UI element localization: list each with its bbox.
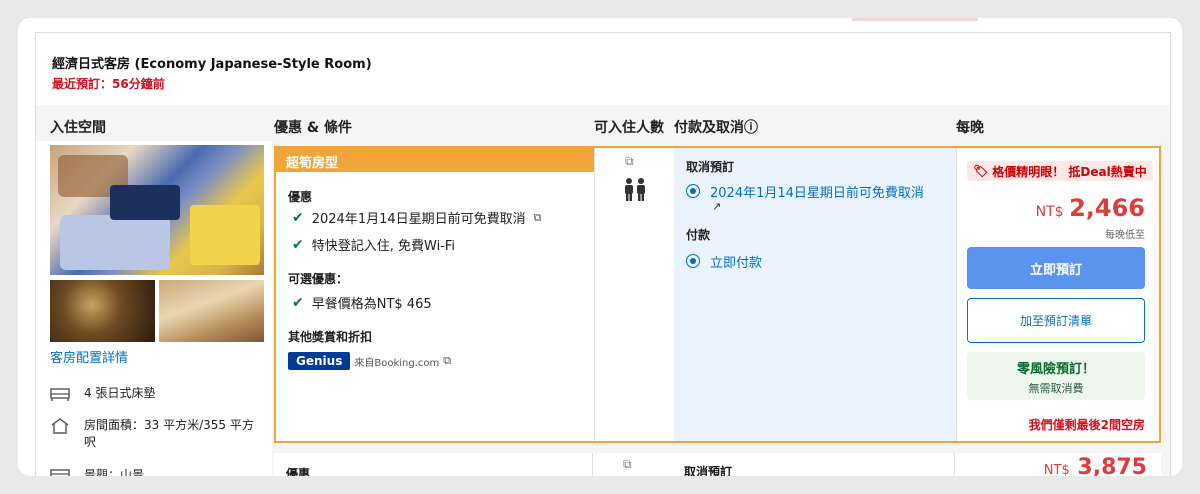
room-card: 經濟日式客房 (Economy Japanese-Style Room) 最近預… <box>18 18 1182 476</box>
radio-selected-icon <box>686 184 700 198</box>
no-risk-box: 零風險預訂！ 無需取消費 <box>967 352 1145 400</box>
occupancy-info-icon[interactable]: ⧉ <box>625 154 634 169</box>
benefits-heading: 優惠 <box>288 190 313 204</box>
optional-text: 早餐價格為NT$ 465 <box>311 297 432 312</box>
column-divider <box>956 148 957 441</box>
radio-selected-icon <box>686 254 700 268</box>
no-risk-subtitle: 無需取消費 <box>1028 382 1084 395</box>
pay-option-text: 立即付款 <box>710 256 763 271</box>
deal-tag: 🏷 格價精明眼！ 抵Deal熱賣中 <box>967 161 1153 181</box>
feature-text: 4 張日式床墊 <box>84 386 156 400</box>
column-header-payment[interactable]: 付款及取消ⓘ <box>674 117 758 137</box>
price-amount: 3,875 <box>1077 455 1147 476</box>
optional-item: ✔ 早餐價格為NT$ 465 <box>292 293 432 313</box>
price: NT$ 3,875 <box>1044 455 1147 476</box>
occupancy-info-icon[interactable]: ⧉ <box>623 457 632 472</box>
price: NT$ 2,466 <box>1036 194 1145 222</box>
room-details-link[interactable]: 客房配置詳情 <box>50 347 128 366</box>
cancel-heading: 取消預訂 <box>686 160 735 174</box>
benefit-item: ✔ 特快登記入住, 免費Wi-Fi <box>292 235 456 255</box>
price-currency: NT$ <box>1035 204 1064 220</box>
cancel-option-text: 2024年1月14日星期日前可免費取消 <box>710 186 924 201</box>
column-divider <box>954 453 955 476</box>
house-icon <box>50 417 70 435</box>
photo-detail <box>190 205 260 265</box>
room-space-column: 客房配置詳情 4 張日式床墊 房間面積：33 平方米/355 平方呎 景觀：山景 <box>36 141 272 476</box>
pay-heading: 付款 <box>686 228 711 242</box>
room-photo-interior[interactable] <box>159 280 264 342</box>
feature-text: 景觀：山景 <box>84 468 145 476</box>
feature-beds: 4 張日式床墊 <box>50 385 264 403</box>
price-amount: 2,466 <box>1069 194 1145 222</box>
room-table: 經濟日式客房 (Economy Japanese-Style Room) 最近預… <box>35 32 1171 476</box>
two-guests-icon <box>622 176 648 207</box>
feature-view: 景觀：山景 <box>50 467 264 476</box>
genius-badge: Genius 來自Booking.com ⧉ <box>288 352 451 370</box>
offer-row: 優惠 ⧉ 取消預訂 NT$ 3,875 <box>274 453 1161 476</box>
benefits-heading: 優惠 <box>286 467 311 476</box>
benefit-text: 2024年1月14日星期日前可免費取消 <box>311 212 526 227</box>
room-title: 經濟日式客房 (Economy Japanese-Style Room) <box>52 57 372 72</box>
column-header-space: 入住空間 <box>50 120 106 136</box>
rewards-heading: 其他獎賞和折扣 <box>288 330 373 344</box>
pay-option[interactable]: 立即付款 <box>686 252 762 271</box>
genius-source: 來自Booking.com <box>354 357 440 369</box>
reserve-button[interactable]: 立即預訂 <box>967 247 1145 289</box>
benefit-text: 特快登記入住, 免費Wi-Fi <box>311 239 456 254</box>
payment-column: 取消預訂 <box>672 453 954 476</box>
column-header-per-night: 每晚 <box>956 120 984 136</box>
popup-icon[interactable]: ⧉ <box>443 354 451 368</box>
payment-column: 取消預訂 2024年1月14日星期日前可免費取消 ↗ 付款 立即付款 <box>674 148 956 441</box>
tag-icon: 🏷 <box>973 164 989 178</box>
feature-text: 房間面積：33 平方米/355 平方呎 <box>84 418 254 449</box>
photo-detail <box>60 215 170 270</box>
optional-heading: 可選優惠： <box>288 272 349 286</box>
feature-size: 房間面積：33 平方米/355 平方呎 <box>50 417 264 451</box>
column-divider <box>594 148 595 441</box>
bed-icon <box>50 385 70 403</box>
check-icon: ✔ <box>292 294 304 311</box>
check-icon: ✔ <box>292 236 304 253</box>
window-icon <box>50 467 70 476</box>
room-photo-bath[interactable] <box>50 280 155 342</box>
no-risk-title: 零風險預訂！ <box>1016 362 1095 377</box>
column-header-offers: 優惠 & 條件 <box>274 120 352 136</box>
offer-row: 超筍房型 優惠 ✔ 2024年1月14日星期日前可免費取消 ⧉ ✔ 特快登記入住… <box>274 146 1161 443</box>
genius-logo: Genius <box>288 352 351 370</box>
add-to-list-button[interactable]: 加至預訂清單 <box>967 298 1145 343</box>
deal-text: 格價精明眼！ 抵Deal熱賣中 <box>992 164 1147 179</box>
room-photo-main[interactable] <box>50 145 264 275</box>
cancel-heading: 取消預訂 <box>684 465 733 476</box>
benefit-item: ✔ 2024年1月14日星期日前可免費取消 ⧉ <box>292 208 542 228</box>
check-icon: ✔ <box>292 209 304 226</box>
offer-badge: 超筍房型 <box>276 148 594 172</box>
cancel-option[interactable]: 2024年1月14日星期日前可免費取消 <box>686 182 952 201</box>
popup-icon[interactable]: ⧉ <box>534 211 542 225</box>
recent-booking: 最近預訂：56分鐘前 <box>52 77 165 91</box>
price-currency: NT$ <box>1043 463 1070 476</box>
last-rooms-notice: 我們僅剩最後2間空房 <box>1028 418 1145 432</box>
price-note: 每晚低至 <box>1105 230 1145 241</box>
external-link-icon[interactable]: ↗ <box>712 200 721 213</box>
column-divider <box>592 453 593 476</box>
top-accent <box>852 18 978 21</box>
photo-detail <box>110 185 180 220</box>
column-header-occupancy: 可入住人數 <box>594 120 664 136</box>
